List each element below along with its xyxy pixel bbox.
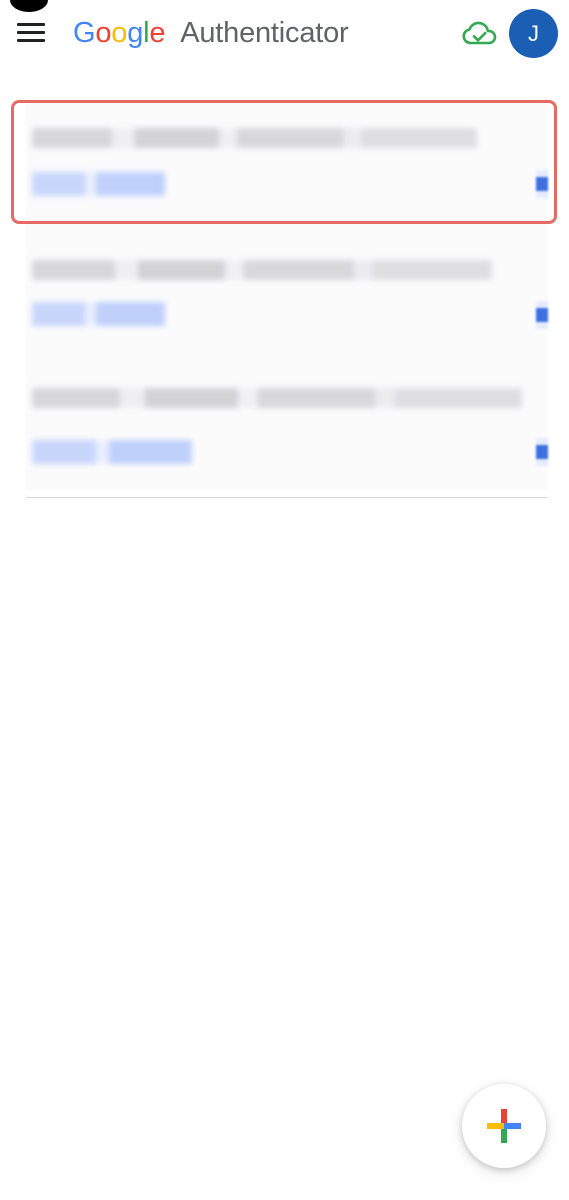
code-item[interactable] bbox=[26, 358, 548, 490]
plus-icon bbox=[487, 1109, 521, 1143]
brand-letter: g bbox=[127, 17, 144, 49]
blurred-otp-code bbox=[32, 302, 165, 326]
add-code-button[interactable] bbox=[462, 1084, 546, 1168]
app-title: Google Authenticator bbox=[73, 13, 349, 53]
blurred-account-name bbox=[32, 128, 477, 148]
countdown-timer-icon bbox=[536, 438, 548, 466]
code-item[interactable] bbox=[26, 226, 548, 358]
countdown-timer-icon bbox=[536, 301, 548, 329]
google-logo-text: Google bbox=[73, 17, 173, 49]
account-avatar[interactable]: J bbox=[509, 9, 558, 58]
blurred-otp-code bbox=[32, 172, 165, 196]
menu-icon-line-bottom bbox=[17, 39, 45, 42]
blurred-account-name bbox=[32, 388, 522, 408]
menu-icon-line-middle bbox=[17, 31, 45, 34]
brand-letter: o bbox=[95, 17, 112, 49]
blurred-otp-code bbox=[32, 440, 192, 464]
app-bar: Google Authenticator J bbox=[0, 0, 569, 70]
brand-letter: G bbox=[73, 17, 96, 49]
countdown-timer-icon bbox=[536, 170, 548, 198]
cloud-check-icon[interactable] bbox=[461, 20, 497, 48]
codes-list bbox=[11, 100, 557, 490]
list-divider bbox=[26, 497, 547, 498]
brand-letter: o bbox=[111, 17, 128, 49]
menu-icon-line-top bbox=[17, 23, 45, 26]
brand-letter: e bbox=[149, 17, 166, 49]
blurred-account-name bbox=[32, 260, 492, 280]
product-name: Authenticator bbox=[180, 17, 349, 49]
code-item-highlighted[interactable] bbox=[11, 100, 557, 226]
google-authenticator-screen: Google Authenticator J bbox=[0, 0, 569, 1200]
menu-button[interactable] bbox=[14, 18, 48, 48]
